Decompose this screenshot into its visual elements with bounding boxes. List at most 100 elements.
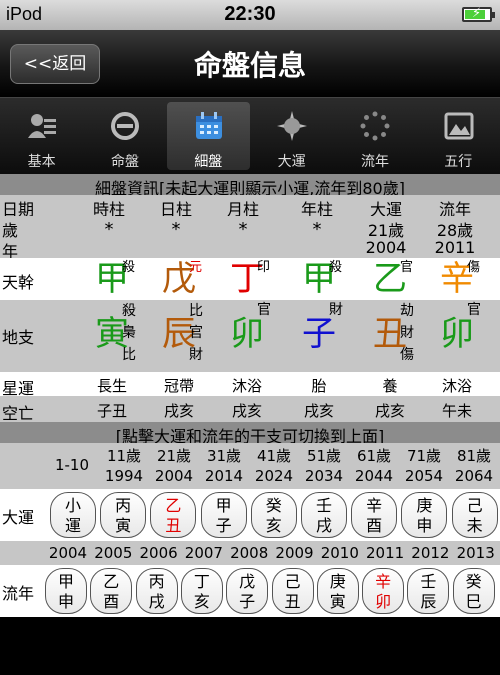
dizhi-char: 子: [302, 314, 336, 354]
pill-top-char: 庚: [416, 496, 433, 515]
tab-detail[interactable]: 細盤: [166, 102, 250, 170]
tab-label: 五行: [444, 154, 473, 170]
liunian-year: 2007: [184, 544, 223, 562]
pill-top-char: 戊: [239, 572, 256, 591]
dayun-year: 2014: [204, 467, 244, 485]
loading-ring-icon: [360, 111, 390, 141]
dayun-pill[interactable]: 乙丑: [150, 492, 197, 538]
hour-star: *: [104, 219, 114, 240]
liunian-pill[interactable]: 乙酉: [90, 568, 133, 614]
navigation-bar: <<返回 命盤信息: [0, 30, 500, 98]
pill-bottom-char: 亥: [265, 516, 282, 535]
dayun-age: 31歲: [206, 447, 242, 465]
dayun-pill[interactable]: 己未: [451, 492, 498, 538]
pill-top-char: 庚: [329, 572, 346, 591]
tab-dayun[interactable]: 大運: [250, 98, 333, 174]
pill-top-char: 小: [64, 496, 81, 515]
dayun-pill[interactable]: 小運: [50, 492, 96, 538]
liunian-year: 2013: [456, 544, 495, 562]
tab-label: 命盤: [110, 154, 139, 170]
tab-label: 基本: [27, 154, 56, 170]
pill-top-char: 乙: [103, 572, 120, 591]
kongwang-value: 戌亥: [231, 402, 262, 420]
pill-bottom-char: 申: [416, 516, 433, 535]
liunian-year: 2010: [320, 544, 359, 562]
liunian-pill[interactable]: 己丑: [271, 568, 314, 614]
month-star: *: [238, 219, 248, 240]
dayun-pill[interactable]: 甲子: [200, 492, 247, 538]
liunian-year: 2004: [48, 544, 88, 562]
liunian-year: 2005: [94, 544, 133, 562]
info-banner: 細盤資訊[未起大運則顯示小運,流年到80歲]: [0, 174, 500, 198]
dayun-pill[interactable]: 癸亥: [250, 492, 297, 538]
tab-basic[interactable]: 基本: [0, 98, 83, 174]
pill-top-char: 乙: [165, 496, 182, 515]
liunian-pill[interactable]: 戊子: [226, 568, 269, 614]
xingyun-value: 養: [382, 377, 398, 395]
kongwang-value: 戌亥: [303, 402, 334, 420]
dizhi-note: 財: [400, 325, 414, 341]
dizhi-note: 官: [467, 302, 481, 318]
kongwang-label: 空亡: [2, 404, 35, 423]
liunian-year: 2009: [275, 544, 314, 562]
pill-bottom-char: 未: [466, 516, 483, 535]
liunian-pill[interactable]: 辛卯: [362, 568, 405, 614]
liunian-pill[interactable]: 癸巳: [452, 568, 495, 614]
dayun-pill[interactable]: 辛酉: [351, 492, 398, 538]
dayun-age: 1-10: [54, 456, 90, 474]
pill-bottom-char: 卯: [375, 592, 392, 611]
tab-chart[interactable]: 命盤: [83, 98, 166, 174]
pill-top-char: 癸: [265, 496, 282, 515]
dayun-age: 81歲: [456, 447, 492, 465]
dizhi-note: 財: [329, 302, 343, 318]
liunian-pill[interactable]: 甲申: [45, 568, 87, 614]
dayun-pills-row: 大運 小運丙寅乙丑甲子癸亥壬戌辛酉庚申己未: [0, 489, 500, 541]
dizhi-char: 卯: [230, 314, 264, 354]
kongwang-value: 戌亥: [163, 402, 194, 420]
tiangan-note: 官: [400, 260, 414, 275]
dayun-pill[interactable]: 丙寅: [100, 492, 147, 538]
dizhi-note: 官: [257, 302, 271, 318]
dizhi-char: 卯: [440, 314, 474, 354]
screen: { "status_bar": { "carrier": "iPod", "ti…: [0, 0, 500, 675]
tab-label: 大運: [277, 154, 306, 170]
tiangan-note: 殺: [122, 260, 136, 275]
dayun-year: 2004: [154, 467, 194, 485]
dayun-year: 2054: [404, 467, 444, 485]
dayun-pill[interactable]: 庚申: [401, 492, 448, 538]
pill-top-char: 辛: [366, 496, 383, 515]
day-star: *: [171, 219, 181, 240]
pill-bottom-char: 丑: [284, 592, 301, 611]
tab-liunian[interactable]: 流年: [333, 98, 416, 174]
tiangan-note: 元: [189, 260, 203, 275]
dayun-years-row: 1-10 11歲 1994 21歲 2004 31歲 2014 41歲 2024 51歲 2034 6…: [0, 443, 500, 489]
liunian-pill[interactable]: 庚寅: [316, 568, 359, 614]
liunian-pill[interactable]: 壬辰: [407, 568, 450, 614]
pill-top-char: 癸: [465, 572, 482, 591]
dayun-age: 21歲: [156, 447, 192, 465]
liunian-year: 2012: [411, 544, 450, 562]
liunian-pill[interactable]: 丁亥: [180, 568, 223, 614]
dayun-age: 71歲: [406, 447, 442, 465]
pill-bottom-char: 戌: [148, 592, 165, 611]
dizhi-note: 財: [189, 347, 203, 363]
dizhi-note: 劫: [400, 303, 414, 319]
dayun-year: 2034: [304, 467, 344, 485]
pill-bottom-char: 酉: [366, 516, 383, 535]
dayun-age: 61歲: [356, 447, 392, 465]
pill-bottom-char: 戌: [315, 516, 332, 535]
forbidden-circle-icon: [111, 112, 140, 140]
tab-wuxing[interactable]: 五行: [417, 98, 500, 174]
tab-label: 細盤: [194, 154, 223, 170]
dayun-year: 1994: [104, 467, 144, 485]
charging-bolt-icon: ⚡: [472, 6, 482, 21]
dizhi-note: 梟: [122, 325, 136, 341]
pill-top-char: 壬: [420, 572, 437, 591]
dizhi-note: 殺: [122, 303, 136, 319]
dayun-pill[interactable]: 壬戌: [301, 492, 347, 538]
dayun-age: 11歲: [106, 447, 142, 465]
liunian-year: 2011: [434, 238, 476, 257]
liunian-pill[interactable]: 丙戌: [135, 568, 178, 614]
pill-top-char: 丁: [193, 572, 210, 591]
tiangan-label: 天幹: [2, 273, 35, 292]
